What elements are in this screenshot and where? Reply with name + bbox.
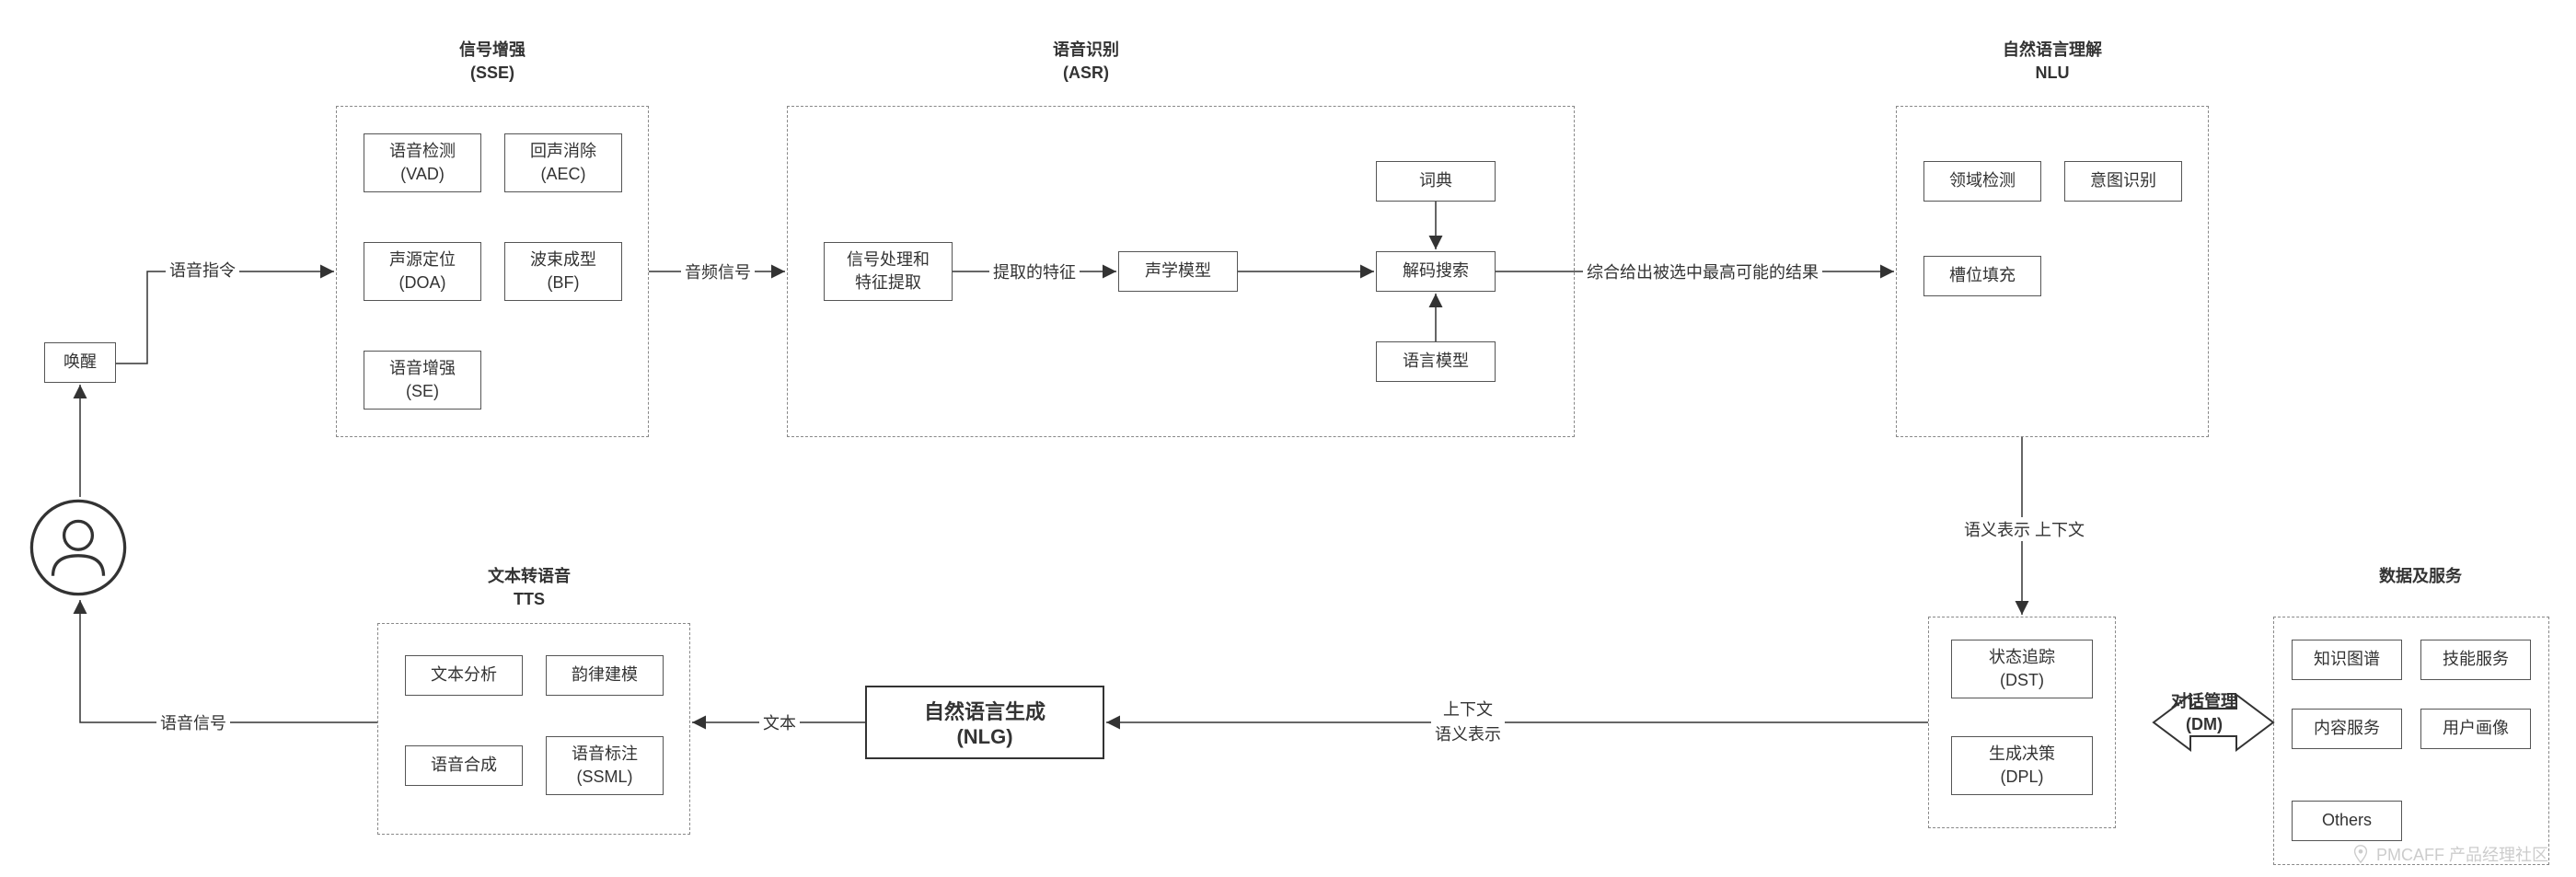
edge-sem: 语义表示 上下文 xyxy=(1960,517,2088,541)
wake-label: 唤醒 xyxy=(64,351,97,374)
watermark-text: PMCAFF 产品经理社区 xyxy=(2376,842,2548,866)
sse-title: 信号增强(SSE) xyxy=(354,39,630,85)
nlu-title: 自然语言理解NLU xyxy=(1914,39,2190,85)
sse-aec: 回声消除(AEC) xyxy=(504,133,622,192)
dm-dst: 状态追踪(DST) xyxy=(1951,640,2093,698)
edge-best: 综合给出被选中最高可能的结果 xyxy=(1583,260,1822,283)
asr-decode: 解码搜索 xyxy=(1376,251,1496,292)
nlu-domain: 领域检测 xyxy=(1923,161,2041,202)
sse-bf: 波束成型(BF) xyxy=(504,242,622,301)
tts-synth: 语音合成 xyxy=(405,745,523,786)
asr-lm: 语言模型 xyxy=(1376,341,1496,382)
edge-audio: 音频信号 xyxy=(681,260,755,283)
diagram-root: { "user_wake": "唤醒", "edge_voice_cmd": "… xyxy=(0,0,2576,877)
edge-voice-cmd: 语音指令 xyxy=(166,258,239,282)
tts-title: 文本转语音TTS xyxy=(391,565,667,611)
ds-profile: 用户画像 xyxy=(2420,709,2531,749)
tts-ta: 文本分析 xyxy=(405,655,523,696)
sse-vad: 语音检测(VAD) xyxy=(364,133,481,192)
ds-title: 数据及服务 xyxy=(2282,565,2559,588)
dm-label: 对话管理(DM) xyxy=(2135,690,2273,736)
nlg-box: 自然语言生成(NLG) xyxy=(865,686,1104,759)
ds-others: Others xyxy=(2292,801,2402,841)
ds-kg: 知识图谱 xyxy=(2292,640,2402,680)
ds-skill: 技能服务 xyxy=(2420,640,2531,680)
sse-doa: 声源定位(DOA) xyxy=(364,242,481,301)
edge-ctx: 上下文语义表示 xyxy=(1431,698,1505,747)
tts-ssml: 语音标注(SSML) xyxy=(546,736,664,795)
ds-content: 内容服务 xyxy=(2292,709,2402,749)
asr-feat: 信号处理和特征提取 xyxy=(824,242,953,301)
wake-box: 唤醒 xyxy=(44,342,116,383)
edge-text: 文本 xyxy=(759,710,800,734)
tts-prosody: 韵律建模 xyxy=(546,655,664,696)
asr-dict: 词典 xyxy=(1376,161,1496,202)
edge-feat: 提取的特征 xyxy=(989,260,1080,283)
user-icon xyxy=(28,497,129,603)
watermark: PMCAFF 产品经理社区 xyxy=(2351,842,2548,866)
asr-am: 声学模型 xyxy=(1118,251,1238,292)
edge-voice-sig: 语音信号 xyxy=(156,710,230,734)
nlu-slot: 槽位填充 xyxy=(1923,256,2041,296)
sse-se: 语音增强(SE) xyxy=(364,351,481,410)
nlu-intent: 意图识别 xyxy=(2064,161,2182,202)
asr-title: 语音识别(ASR) xyxy=(948,39,1224,85)
dm-dpl: 生成决策(DPL) xyxy=(1951,736,2093,795)
